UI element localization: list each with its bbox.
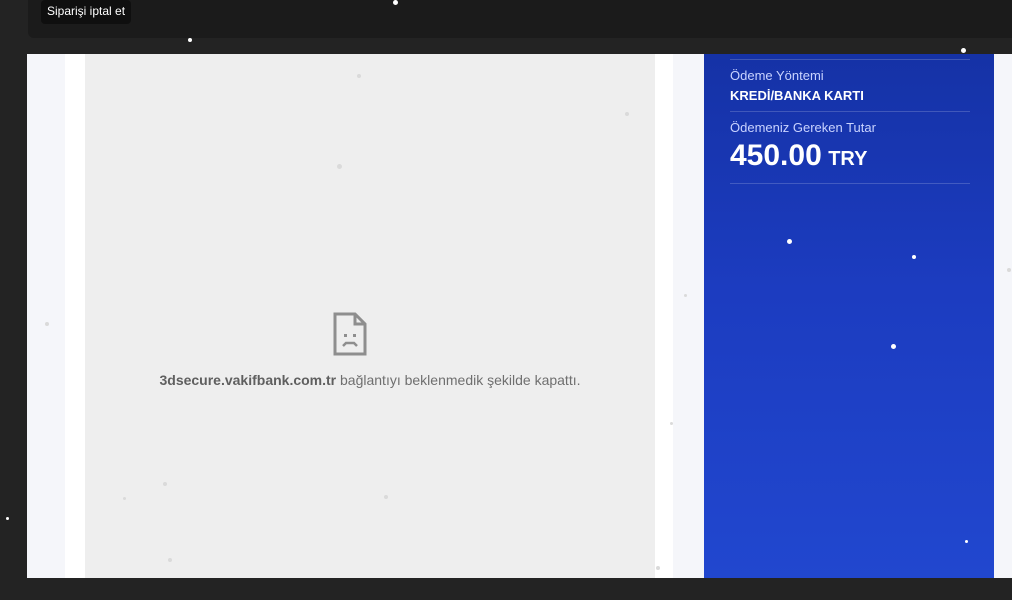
- snow-dot: [656, 566, 660, 570]
- payment-summary-content: Ödeme Yöntemi KREDİ/BANKA KARTI Ödemeniz…: [730, 54, 970, 184]
- snow-dot: [168, 558, 172, 562]
- payment-method-label: Ödeme Yöntemi: [730, 68, 824, 83]
- snow-dot: [787, 239, 792, 244]
- snow-dot: [1007, 268, 1011, 272]
- amount-due-value: 450.00: [730, 139, 822, 172]
- summary-divider-top: [730, 59, 970, 60]
- snow-dot: [384, 495, 388, 499]
- connection-error-message: 3dsecure.vakifbank.com.tr bağlantıyı bek…: [85, 372, 655, 388]
- snow-dot: [45, 322, 49, 326]
- amount-due-label: Ödemeniz Gereken Tutar: [730, 120, 876, 135]
- checkout-page: 3dsecure.vakifbank.com.tr bağlantıyı bek…: [27, 54, 1012, 578]
- payment-summary-panel: Ödeme Yöntemi KREDİ/BANKA KARTI Ödemeniz…: [704, 54, 994, 578]
- payment-method-value: KREDİ/BANKA KARTI: [730, 88, 864, 103]
- snow-dot: [393, 0, 398, 5]
- snow-dot: [684, 294, 687, 297]
- 3d-secure-frame: 3dsecure.vakifbank.com.tr bağlantıyı bek…: [85, 54, 655, 578]
- error-description: bağlantıyı beklenmedik şekilde kapattı.: [336, 372, 581, 388]
- payment-frame-card: 3dsecure.vakifbank.com.tr bağlantıyı bek…: [65, 54, 673, 578]
- error-host: 3dsecure.vakifbank.com.tr: [159, 372, 337, 388]
- snow-dot: [6, 517, 9, 520]
- snow-dot: [891, 344, 896, 349]
- snow-dot: [965, 540, 968, 543]
- amount-due-row: 450.00 TRY: [730, 139, 970, 173]
- snow-dot: [123, 497, 126, 500]
- cancel-order-tooltip-text: Siparişi iptal et: [47, 4, 126, 18]
- snow-dot: [625, 112, 629, 116]
- snow-dot: [961, 48, 966, 53]
- sad-document-icon: [333, 312, 367, 356]
- snow-dot: [357, 74, 361, 78]
- cancel-order-tooltip: Siparişi iptal et: [41, 0, 132, 24]
- summary-divider-middle: [730, 111, 970, 112]
- snow-dot: [188, 38, 192, 42]
- amount-due-currency: TRY: [828, 148, 868, 170]
- screen: Siparişi iptal et 3dsecure.vakifbank.com…: [0, 0, 1012, 600]
- top-toolbar: [28, 0, 1012, 38]
- snow-dot: [670, 422, 673, 425]
- snow-dot: [912, 255, 916, 259]
- snow-dot: [163, 482, 167, 486]
- snow-dot: [337, 164, 342, 169]
- summary-divider-bottom: [730, 183, 970, 184]
